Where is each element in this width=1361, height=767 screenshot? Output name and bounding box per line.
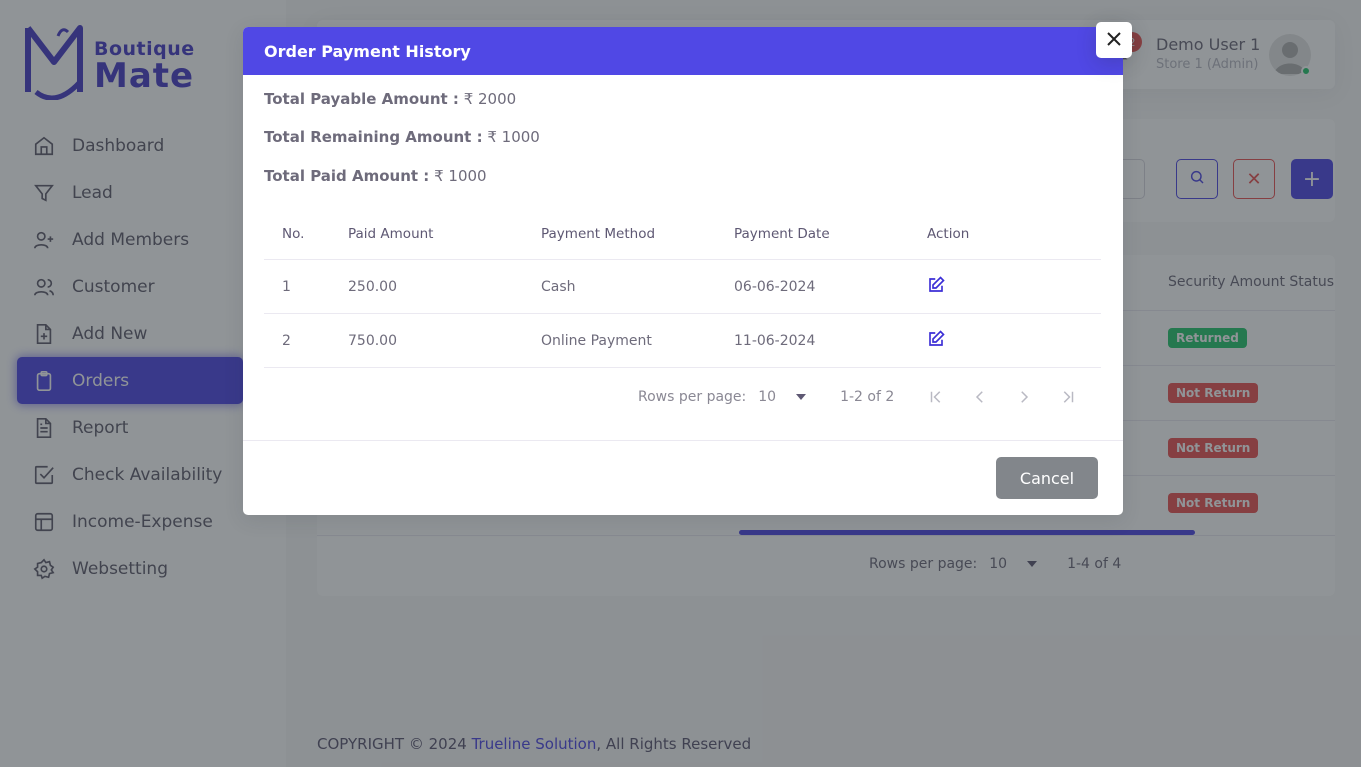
total-remaining: Total Remaining Amount : ₹ 1000	[264, 128, 540, 146]
edit-icon[interactable]	[927, 275, 1101, 298]
cell-paid-amount: 250.00	[348, 278, 397, 295]
page-range: 1-2 of 2	[840, 389, 895, 405]
column-header-payment-method[interactable]: Payment Method	[541, 226, 734, 242]
modal-header: Order Payment History	[243, 27, 1123, 75]
first-page-icon[interactable]	[924, 385, 948, 409]
modal-pagination: Rows per page: 10 1-2 of 2	[638, 385, 1080, 409]
last-page-icon[interactable]	[1056, 385, 1080, 409]
total-payable-label: Total Payable Amount :	[264, 90, 459, 108]
cell-payment-method: Cash	[541, 278, 576, 295]
cancel-button[interactable]: Cancel	[996, 457, 1098, 499]
total-remaining-value: ₹ 1000	[487, 128, 540, 146]
column-header-payment-date[interactable]: Payment Date	[734, 226, 927, 242]
caret-down-icon[interactable]	[796, 394, 807, 400]
prev-page-icon[interactable]	[968, 385, 992, 409]
payment-table: No. Paid Amount Payment Method Payment D…	[264, 208, 1101, 368]
total-remaining-label: Total Remaining Amount :	[264, 128, 483, 146]
payment-history-modal: Order Payment History Total Payable Amou…	[243, 27, 1123, 515]
table-row: 1 250.00 Cash 06-06-2024	[264, 260, 1101, 314]
table-header-row: No. Paid Amount Payment Method Payment D…	[264, 208, 1101, 260]
modal-close-button[interactable]	[1096, 22, 1132, 58]
page-nav	[924, 385, 1080, 409]
total-paid: Total Paid Amount : ₹ 1000	[264, 167, 487, 185]
table-row: 2 750.00 Online Payment 11-06-2024	[264, 314, 1101, 368]
rows-per-page-select[interactable]: 10	[758, 389, 776, 405]
column-header-paid-amount[interactable]: Paid Amount	[348, 226, 541, 242]
close-icon	[1107, 31, 1121, 50]
cell-payment-method: Online Payment	[541, 332, 652, 349]
column-header-no[interactable]: No.	[264, 226, 348, 242]
edit-icon[interactable]	[927, 329, 1101, 352]
total-paid-value: ₹ 1000	[434, 167, 487, 185]
column-header-action: Action	[927, 225, 970, 242]
total-paid-label: Total Paid Amount :	[264, 167, 430, 185]
total-payable: Total Payable Amount : ₹ 2000	[264, 90, 516, 108]
cell-paid-amount: 750.00	[348, 332, 397, 349]
cell-no: 1	[282, 278, 291, 295]
rows-per-page-label: Rows per page:	[638, 389, 747, 405]
cell-payment-date: 06-06-2024	[734, 278, 816, 295]
next-page-icon[interactable]	[1012, 385, 1036, 409]
total-payable-value: ₹ 2000	[463, 90, 517, 108]
modal-title: Order Payment History	[264, 41, 471, 61]
cell-no: 2	[282, 332, 291, 349]
modal-footer-divider	[243, 440, 1123, 441]
cell-payment-date: 11-06-2024	[734, 332, 816, 349]
